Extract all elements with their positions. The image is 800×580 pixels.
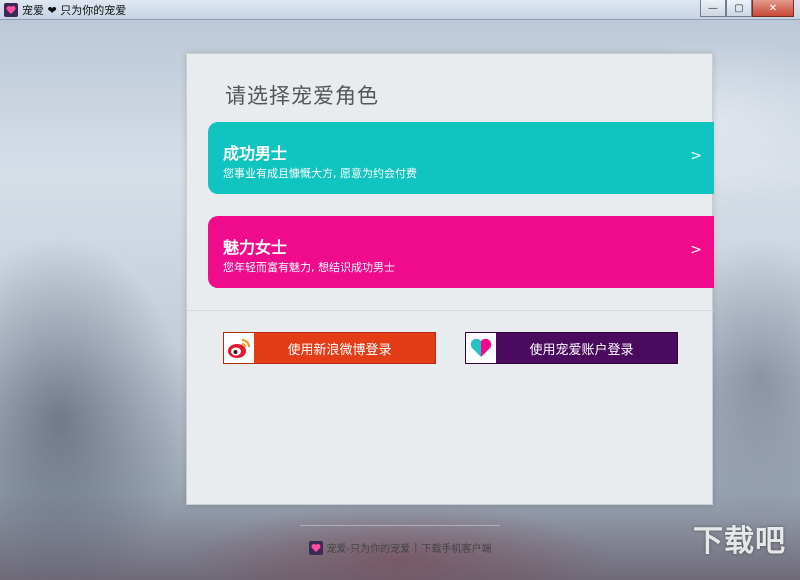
role-title: 成功男士 — [223, 144, 288, 163]
role-card-female[interactable]: 魅力女士 您年轻而富有魅力, 想结识成功男士 > — [208, 216, 714, 288]
watermark: 下载吧 — [693, 524, 786, 559]
role-title: 魅力女士 — [223, 238, 288, 257]
divider — [187, 310, 714, 311]
chongai-login-label: 使用宠爱账户登录 — [529, 342, 634, 358]
page-title: 请选择宠爱角色 — [225, 84, 379, 108]
app-logo-icon — [4, 2, 18, 17]
maximize-button[interactable]: ▢ — [726, 0, 752, 17]
download-client-link[interactable]: 下载手机客户端 — [421, 540, 491, 555]
weibo-login-button[interactable]: 使用新浪微博登录 — [223, 332, 436, 364]
window-title: 宠爱 ❤ 只为你的宠爱 — [22, 3, 127, 17]
weibo-icon — [224, 333, 254, 363]
role-select-panel: 请选择宠爱角色 成功男士 您事业有成且慷慨大方, 愿意为约会付费 > 魅力女士 … — [186, 53, 714, 505]
chevron-right-icon: > — [690, 148, 702, 164]
role-description: 您事业有成且慷慨大方, 愿意为约会付费 — [223, 167, 417, 180]
app-logo-icon — [308, 540, 323, 555]
role-card-male[interactable]: 成功男士 您事业有成且慷慨大方, 愿意为约会付费 > — [208, 122, 714, 194]
footer: 宠爱-只为你的宠爱 | 下载手机客户端 — [0, 540, 800, 555]
role-description: 您年轻而富有魅力, 想结识成功男士 — [223, 261, 395, 274]
chongai-login-button[interactable]: 使用宠爱账户登录 — [465, 332, 678, 364]
title-bar: 宠爱 ❤ 只为你的宠爱 — ▢ ✕ — [0, 0, 800, 20]
footer-app-name: 宠爱-只为你的宠爱 — [326, 544, 411, 555]
chevron-right-icon: > — [690, 242, 702, 258]
minimize-button[interactable]: — — [700, 0, 726, 17]
heart-icon — [466, 333, 496, 363]
footer-divider — [300, 525, 500, 526]
footer-separator: | — [414, 542, 418, 553]
weibo-login-label: 使用新浪微博登录 — [287, 342, 392, 358]
close-button[interactable]: ✕ — [752, 0, 794, 17]
